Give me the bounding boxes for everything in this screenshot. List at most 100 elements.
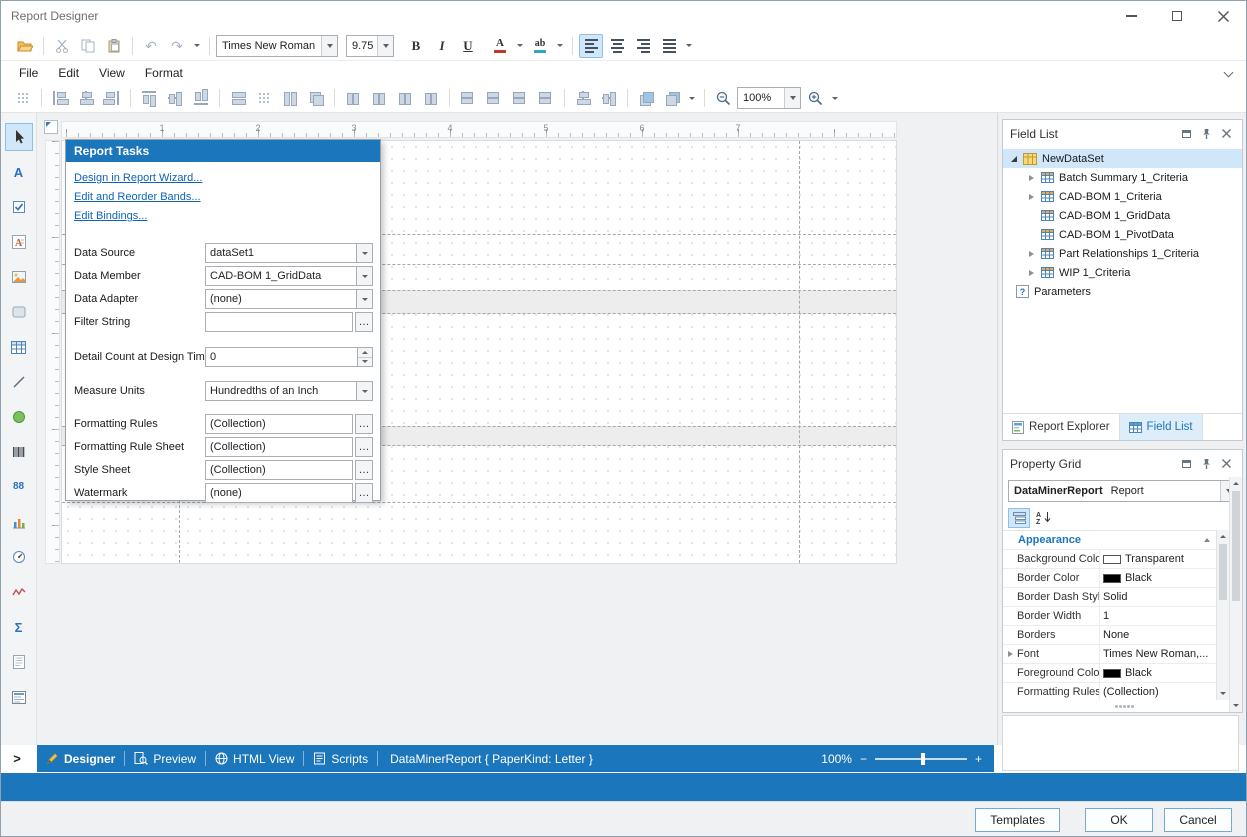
close-panel-button[interactable] [1217,125,1235,143]
zoom-plus-button[interactable]: + [975,752,982,766]
pointer-tool[interactable] [5,123,33,151]
formatting-rules-ellipsis-button[interactable]: … [355,414,373,434]
property-row[interactable]: Border Dash StyleSolid [1003,588,1216,607]
menu-file[interactable]: File [9,63,48,83]
dock-button[interactable] [1177,455,1195,473]
collapsed-arrow-icon[interactable] [1029,270,1034,276]
tab-report-explorer[interactable]: Report Explorer [1003,414,1120,440]
align-centers-button[interactable] [74,86,98,110]
minimize-button[interactable] [1108,1,1154,31]
spin-up-button[interactable] [358,348,372,358]
make-same-height-button[interactable] [278,86,302,110]
undo-button[interactable]: ↶ [139,34,163,58]
watermark-input[interactable]: (none) [205,483,353,503]
align-to-grid-button[interactable] [11,86,35,110]
measure-units-dropdown[interactable] [357,381,373,401]
pin-button[interactable] [1197,455,1215,473]
gauge-tool[interactable] [5,543,33,571]
splitter-grip[interactable] [1123,705,1126,708]
menubar-collapse-chevron-icon[interactable] [1224,68,1234,78]
menu-edit[interactable]: Edit [48,63,89,83]
data-member-dropdown[interactable] [357,266,373,286]
maximize-button[interactable] [1154,1,1200,31]
collapse-category-icon[interactable] [1204,538,1210,542]
zoom-combo[interactable]: 100% [737,87,801,109]
sparkline-tool[interactable] [5,578,33,606]
font-size-dropdown[interactable] [377,36,393,56]
bar-code-tool[interactable] [5,438,33,466]
formatting-rules-input[interactable]: (Collection) [205,414,353,434]
italic-button[interactable]: I [430,34,454,58]
close-button[interactable] [1200,1,1246,31]
measure-units-combo[interactable]: Hundredths of an Inch [205,381,357,401]
table-tool[interactable] [5,333,33,361]
make-same-size-button[interactable] [304,86,328,110]
collapsed-arrow-icon[interactable] [1029,175,1034,181]
collapsed-arrow-icon[interactable] [1029,251,1034,257]
chart-tool[interactable] [5,508,33,536]
menu-view[interactable]: View [89,63,135,83]
alphabetical-sort-button[interactable]: AZ [1033,508,1055,528]
data-adapter-combo[interactable]: (none) [205,289,357,309]
tree-node-table[interactable]: CAD-BOM 1_Criteria [1003,187,1242,206]
font-name-dropdown[interactable] [321,36,337,56]
expanded-arrow-icon[interactable] [1011,156,1017,162]
justify-button[interactable] [657,34,681,58]
format-toolbar-more-dropdown[interactable] [683,34,695,58]
line-tool[interactable] [5,368,33,396]
cancel-button[interactable]: Cancel [1164,808,1232,832]
zoom-in-button[interactable] [803,86,827,110]
scroll-up-button[interactable] [1217,530,1229,543]
ok-button[interactable]: OK [1085,808,1153,832]
cut-button[interactable] [50,34,74,58]
remove-vertical-spacing-button[interactable] [534,86,558,110]
tree-node-table[interactable]: CAD-BOM 1_PivotData [1003,225,1242,244]
table-of-contents-tool[interactable] [5,683,33,711]
pivot-grid-tool[interactable]: Σ [5,613,33,641]
highlight-color-dropdown[interactable] [554,34,566,58]
bold-button[interactable]: B [404,34,428,58]
zoom-slider[interactable] [875,758,967,760]
edit-bindings-link[interactable]: Edit Bindings... [74,210,380,222]
decrease-vertical-spacing-button[interactable] [508,86,532,110]
tab-html-view[interactable]: HTML View [206,745,303,772]
align-center-button[interactable] [605,34,629,58]
equal-vertical-spacing-button[interactable] [456,86,480,110]
collapsed-arrow-icon[interactable] [1029,194,1034,200]
filter-string-ellipsis-button[interactable]: … [355,312,373,332]
align-rights-button[interactable] [100,86,124,110]
zoom-out-button[interactable] [711,86,735,110]
tree-node-newdataset[interactable]: NewDataSet [1003,149,1242,168]
expand-property-icon[interactable] [1008,651,1013,657]
templates-button[interactable]: Templates [975,808,1060,832]
center-vertically-button[interactable] [597,86,621,110]
tab-scripts[interactable]: Scripts [304,745,377,772]
style-sheet-ellipsis-button[interactable]: … [355,460,373,480]
size-to-grid-button[interactable] [252,86,276,110]
detail-count-input[interactable]: 0 [205,347,358,367]
menu-format[interactable]: Format [135,63,193,83]
filter-string-input[interactable] [205,312,353,332]
tree-node-table[interactable]: Part Relationships 1_Criteria [1003,244,1242,263]
label-tool[interactable]: A [5,158,33,186]
pin-button[interactable] [1197,125,1215,143]
zoom-dropdown[interactable] [784,88,800,108]
data-source-dropdown[interactable] [357,243,373,263]
scroll-down-button[interactable] [1230,699,1242,712]
smart-tag-corner-button[interactable] [44,120,58,134]
font-name-combo[interactable]: Times New Roman [216,35,338,57]
property-row[interactable]: Formatting Rules(Collection) [1003,683,1216,700]
panel-tool[interactable] [5,298,33,326]
categorized-button[interactable] [1008,508,1030,528]
tree-node-table[interactable]: WIP 1_Criteria [1003,263,1242,282]
font-color-button[interactable]: A [488,34,512,58]
align-lefts-button[interactable] [48,86,72,110]
align-left-button[interactable] [579,34,603,58]
shape-tool[interactable] [5,403,33,431]
highlight-color-button[interactable]: ab [528,34,552,58]
tree-node-table[interactable]: Batch Summary 1_Criteria [1003,168,1242,187]
property-row[interactable]: Foreground ColorBlack [1003,664,1216,683]
align-bottoms-button[interactable] [189,86,213,110]
zoom-minus-button[interactable]: − [860,752,867,766]
font-color-dropdown[interactable] [514,34,526,58]
